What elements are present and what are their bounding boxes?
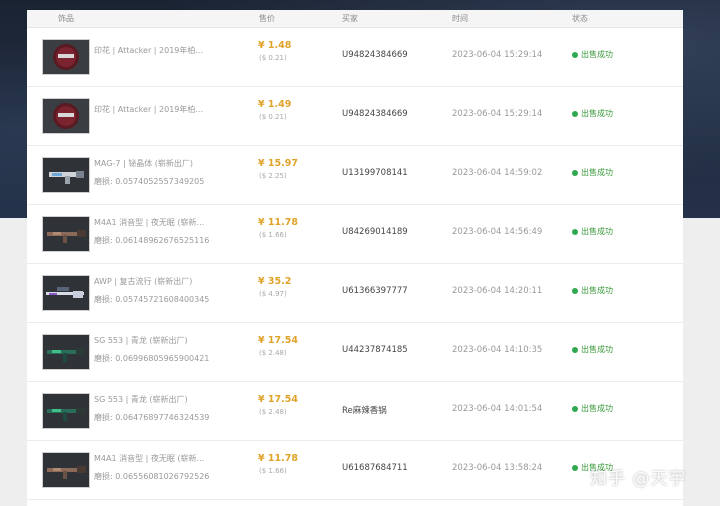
status-label: 出售成功 (581, 345, 613, 354)
status-badge: 出售成功 (572, 49, 613, 60)
status-badge: 出售成功 (572, 167, 613, 178)
item-name[interactable]: MAG-7 | 铋晶体 (崭新出厂) (94, 158, 214, 169)
success-dot-icon (572, 51, 578, 58)
rifle-icon[interactable] (42, 216, 90, 252)
table-row[interactable]: SG 553 | 青龙 (崭新出厂) 磨损: 0.064768977463245… (27, 382, 683, 441)
success-dot-icon (572, 464, 578, 471)
table-row[interactable]: 印花 | Attacker | 2019年柏... ¥ 1.48 ($ 0.21… (27, 28, 683, 87)
sale-time: 2023-06-04 14:20:11 (452, 286, 543, 296)
sale-time: 2023-06-04 15:29:14 (452, 50, 543, 60)
buyer-id: U44237874185 (342, 345, 408, 355)
price-cny: ¥ 15.97 (258, 158, 298, 169)
price-cny: ¥ 1.49 (258, 99, 292, 110)
price-usd: ($ 0.21) (259, 113, 287, 121)
item-name[interactable]: AWP | 复古流行 (崭新出厂) (94, 276, 214, 287)
buyer-id: U94824384669 (342, 50, 408, 60)
watermark-text: 知乎 @天宇 (590, 469, 687, 489)
price-usd: ($ 0.21) (259, 54, 287, 62)
sale-time: 2023-06-04 13:58:24 (452, 463, 543, 473)
price-cny: ¥ 11.78 (258, 217, 298, 228)
price-cny: ¥ 17.54 (258, 335, 298, 346)
item-name[interactable]: 印花 | Attacker | 2019年柏... (94, 104, 214, 115)
column-header-time: 时间 (452, 14, 468, 23)
price-usd: ($ 2.48) (259, 349, 287, 357)
item-wear: 磨损: 0.0574052557349205 (94, 177, 205, 186)
column-header-status: 状态 (572, 14, 588, 23)
buyer-id: U84269014189 (342, 227, 408, 237)
price-cny: ¥ 11.78 (258, 453, 298, 464)
status-label: 出售成功 (581, 50, 613, 59)
price-usd: ($ 1.66) (259, 231, 287, 239)
shotgun-icon[interactable] (42, 157, 90, 193)
sales-history-panel: 饰品 售价 买家 时间 状态 印花 | Attacker | 2019年柏...… (27, 10, 683, 506)
sticker-capsule-icon[interactable] (42, 39, 90, 75)
status-badge: 出售成功 (572, 344, 613, 355)
status-label: 出售成功 (581, 109, 613, 118)
table-row[interactable]: SG 553 | 青龙 (崭新出厂) 磨损: 0.069968059659004… (27, 323, 683, 382)
buyer-id: Re麻辣香锅 (342, 406, 387, 416)
table-row[interactable]: 印花 | Attacker | 2019年柏... ¥ 1.49 ($ 0.21… (27, 87, 683, 146)
status-badge: 出售成功 (572, 226, 613, 237)
rifle-icon[interactable] (42, 334, 90, 370)
status-badge: 出售成功 (572, 403, 613, 414)
sniper-rifle-icon[interactable] (42, 275, 90, 311)
price-cny: ¥ 1.48 (258, 40, 292, 51)
success-dot-icon (572, 110, 578, 117)
buyer-id: U61366397777 (342, 286, 408, 296)
buyer-id: U13199708141 (342, 168, 408, 178)
status-label: 出售成功 (581, 404, 613, 413)
buyer-id: U61687684711 (342, 463, 408, 473)
item-name[interactable]: M4A1 消音型 | 夜无眠 (崭新... (94, 453, 214, 464)
column-header-item: 饰品 (58, 14, 74, 23)
status-label: 出售成功 (581, 227, 613, 236)
sale-time: 2023-06-04 15:29:14 (452, 109, 543, 119)
table-header: 饰品 售价 买家 时间 状态 (27, 10, 683, 28)
success-dot-icon (572, 405, 578, 412)
table-row[interactable]: M4A1 消音型 | 夜无眠 (崭新... 磨损: 0.065560810267… (27, 441, 683, 500)
status-badge: 出售成功 (572, 285, 613, 296)
item-wear: 磨损: 0.05745721608400345 (94, 295, 210, 304)
item-name[interactable]: M4A1 消音型 | 夜无眠 (崭新... (94, 217, 214, 228)
sale-time: 2023-06-04 14:10:35 (452, 345, 543, 355)
column-header-buyer: 买家 (342, 14, 358, 23)
table-row[interactable]: M4A1 消音型 | 夜无眠 (崭新... 磨损: 0.061489626765… (27, 205, 683, 264)
success-dot-icon (572, 228, 578, 235)
status-label: 出售成功 (581, 168, 613, 177)
item-wear: 磨损: 0.06996805965900421 (94, 354, 210, 363)
column-header-price: 售价 (259, 14, 275, 23)
rifle-icon[interactable] (42, 452, 90, 488)
sale-time: 2023-06-04 14:59:02 (452, 168, 543, 178)
table-row[interactable]: MAG-7 | 铋晶体 (崭新出厂) 磨损: 0.057405255734920… (27, 146, 683, 205)
sale-time: 2023-06-04 14:56:49 (452, 227, 543, 237)
item-wear: 磨损: 0.06148962676525116 (94, 236, 210, 245)
buyer-id: U94824384669 (342, 109, 408, 119)
price-cny: ¥ 17.54 (258, 394, 298, 405)
status-label: 出售成功 (581, 286, 613, 295)
price-usd: ($ 4.97) (259, 290, 287, 298)
item-name[interactable]: SG 553 | 青龙 (崭新出厂) (94, 394, 214, 405)
item-wear: 磨损: 0.06476897746324539 (94, 413, 210, 422)
price-usd: ($ 1.66) (259, 467, 287, 475)
table-row[interactable]: AWP | 复古流行 (崭新出厂) 磨损: 0.0574572160840034… (27, 264, 683, 323)
item-wear: 磨损: 0.06556081026792526 (94, 472, 210, 481)
item-name[interactable]: 印花 | Attacker | 2019年柏... (94, 45, 214, 56)
price-usd: ($ 2.25) (259, 172, 287, 180)
item-name[interactable]: SG 553 | 青龙 (崭新出厂) (94, 335, 214, 346)
price-usd: ($ 2.48) (259, 408, 287, 416)
success-dot-icon (572, 346, 578, 353)
price-cny: ¥ 35.2 (258, 276, 292, 287)
sale-time: 2023-06-04 14:01:54 (452, 404, 543, 414)
success-dot-icon (572, 169, 578, 176)
sticker-capsule-icon[interactable] (42, 98, 90, 134)
success-dot-icon (572, 287, 578, 294)
status-badge: 出售成功 (572, 108, 613, 119)
rifle-icon[interactable] (42, 393, 90, 429)
